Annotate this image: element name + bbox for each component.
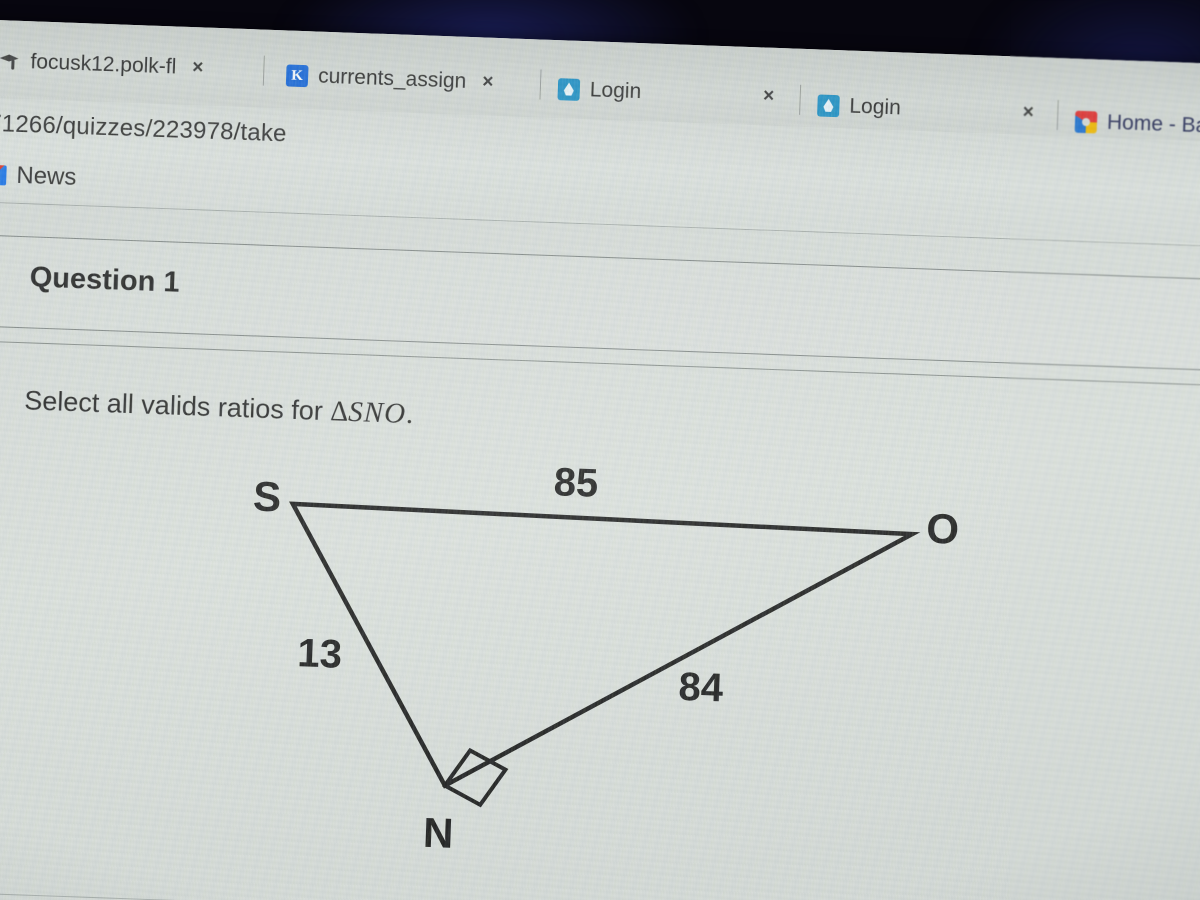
quiz-page: Question 1 Select all valids ratios for …	[0, 200, 1200, 900]
prompt-period: .	[405, 397, 415, 431]
address-bar-url[interactable]: 71266/quizzes/223978/take	[0, 110, 287, 149]
prompt-text: Select all valids ratios for	[23, 385, 331, 427]
triangle-figure: S O N 85 13 84	[210, 441, 1005, 889]
browser-tab-login-1[interactable]: Login ×	[557, 66, 775, 120]
screenshot-root: focusk12.polk-fl × K currents_assign × L…	[0, 0, 1200, 900]
tab-separator	[799, 84, 802, 115]
tab-close-icon[interactable]: ×	[763, 86, 775, 108]
vertex-label-n: N	[422, 809, 454, 857]
bookmark-label: News	[15, 161, 77, 191]
tab-label: Login	[849, 94, 902, 120]
vertex-label-o: O	[926, 505, 960, 553]
browser-tab-focusk12[interactable]: focusk12.polk-fl ×	[0, 38, 204, 91]
triangle-outline	[288, 501, 921, 789]
triangle-name: SNO	[347, 395, 407, 430]
side-label-sn: 13	[297, 631, 343, 677]
browser-window: focusk12.polk-fl × K currents_assign × L…	[0, 18, 1200, 900]
tab-separator	[539, 69, 542, 100]
triangle-symbol: Δ	[329, 396, 349, 428]
tab-label: currents_assign	[317, 64, 467, 93]
question-header-box: Question 1	[0, 234, 1200, 372]
question-title: Question 1	[29, 261, 181, 299]
vertex-label-s: S	[252, 473, 282, 521]
droplet-icon	[817, 94, 840, 118]
droplet-icon	[557, 78, 581, 101]
tab-label: Home - Battle	[1106, 110, 1200, 139]
side-label-no: 84	[678, 665, 725, 711]
tab-close-icon[interactable]: ×	[1022, 102, 1034, 124]
tab-separator	[1056, 100, 1059, 131]
browser-tab-currents-assign[interactable]: K currents_assign ×	[285, 52, 494, 105]
tab-close-icon[interactable]: ×	[482, 71, 494, 93]
question-prompt: Select all valids ratios for ΔSNO.	[24, 384, 415, 431]
bookmark-news[interactable]: News	[0, 161, 77, 192]
page-bottom-divider	[0, 890, 1200, 900]
tab-label: Login	[589, 78, 642, 104]
side-label-so: 85	[553, 460, 599, 506]
news-icon	[0, 165, 7, 186]
tab-separator	[262, 55, 265, 86]
kahoot-k-icon: K	[285, 64, 309, 88]
tab-label: focusk12.polk-fl	[30, 50, 177, 79]
graduation-cap-icon	[0, 50, 21, 73]
swirl-icon	[1074, 110, 1098, 134]
tab-close-icon[interactable]: ×	[192, 57, 204, 79]
